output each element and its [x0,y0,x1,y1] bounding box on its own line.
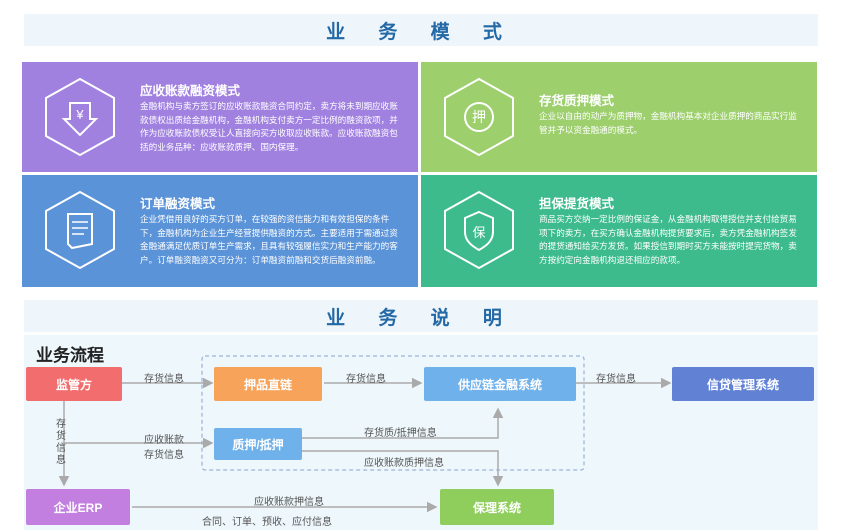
card-title: 担保提货模式 [539,197,615,211]
svg-text:押: 押 [472,110,486,126]
receivable-financing-card: ¥ 应收账款融资模式 金融机构与卖方签订的应收账款融资合同约定，卖方将未到期应收… [22,62,418,172]
card-title: 存货质押模式 [539,94,615,108]
factoring-system-box: 保理系统 [440,489,554,525]
direct-link-box: 押品直链 [214,367,322,401]
flow-label: 应收账款质押信息 [364,458,444,469]
inventory-pledge-card: 押 存货质押模式 企业以自由的动产为质押物，金融机构基本对企业质押的商品实行监管… [421,62,817,172]
business-description-banner: 业 务 说 明 [24,300,818,332]
order-financing-card: 订单融资模式 企业凭借用良好的买方订单，在较强的资信能力和有效担保的条件下，金融… [22,175,418,287]
flow-label: 存货信息 [596,374,636,385]
pledge-seal-icon: 押 [444,77,514,157]
scf-system-box: 供应链金融系统 [424,367,576,401]
business-model-heading: 业 务 模 式 [326,21,516,43]
business-description-heading: 业 务 说 明 [326,307,516,329]
flow-label: 存货信息 [346,374,386,385]
business-model-banner: 业 务 模 式 [24,14,818,46]
flow-label: 存货质/抵押信息 [364,428,437,439]
flow-label-vertical: 存货信息 [56,419,66,466]
credit-system-box: 信贷管理系统 [672,367,814,401]
guaranteed-delivery-card: 保 担保提货模式 商品买方交纳一定比例的保证金，从金融机构取得授信并支付给贸易项… [421,175,817,287]
flow-label: 应收账款押信息 [254,497,324,508]
card-description: 商品买方交纳一定比例的保证金，从金融机构取得授信并支付给贸易项下的卖方，在买方确… [539,214,797,265]
enterprise-erp-box: 企业ERP [26,489,130,525]
guarantee-shield-icon: 保 [444,190,514,270]
order-document-icon [45,190,115,270]
business-flow-diagram: 业务流程 监管方 押品直链 供应链金融系统 信贷管理系统 质押/抵押 企业ERP… [24,335,818,530]
flow-title: 业务流程 [36,346,104,365]
flow-label: 存货信息 [144,374,184,385]
svg-text:¥: ¥ [75,107,84,122]
card-title: 应收账款融资模式 [140,84,241,98]
card-title: 订单融资模式 [140,197,216,211]
svg-text:保: 保 [472,226,485,241]
flow-label: 合同、订单、预收、应付信息 [202,517,332,528]
card-description: 金融机构与卖方签订的应收账款融资合同约定，卖方将未到期应收账款债权出质给金融机构… [140,101,398,152]
yen-down-icon: ¥ [45,77,115,157]
flow-label: 应收账款 [144,435,184,446]
card-description: 企业凭借用良好的买方订单，在较强的资信能力和有效担保的条件下，金融机构为企业生产… [140,214,398,265]
regulator-box: 监管方 [26,367,122,401]
card-description: 企业以自由的动产为质押物，金融机构基本对企业质押的商品实行监管并予以资金融通的模… [539,111,797,135]
flow-label: 存货信息 [144,450,184,461]
pledge-box: 质押/抵押 [214,428,302,460]
